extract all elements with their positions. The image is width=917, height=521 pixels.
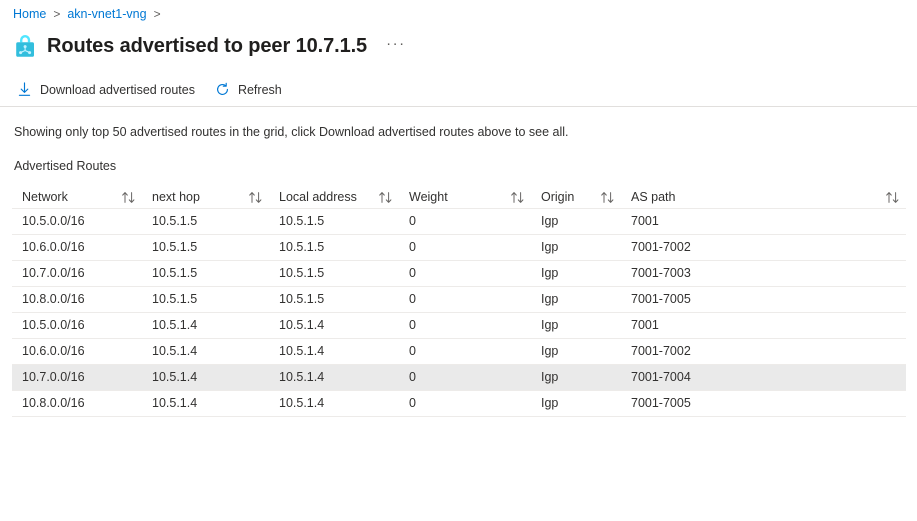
cell-network: 10.7.0.0/16	[12, 364, 142, 391]
cell-next_hop: 10.5.1.5	[142, 208, 269, 235]
column-header-label-next_hop: next hop	[152, 189, 200, 204]
cell-local_address: 10.5.1.4	[269, 364, 399, 391]
breadcrumb: Home > akn-vnet1-vng >	[0, 0, 917, 22]
cell-weight: 0	[399, 260, 531, 287]
breadcrumb-separator: >	[153, 7, 161, 21]
sort-updown-icon[interactable]	[121, 191, 136, 204]
table-row[interactable]: 10.7.0.0/16 10.5.1.4 10.5.1.4 0 Igp 7001-7004	[12, 364, 906, 391]
table-row[interactable]: 10.8.0.0/16 10.5.1.4 10.5.1.4 0 Igp 7001-7005	[12, 390, 906, 417]
cell-origin: Igp	[531, 364, 621, 391]
cell-as_path: 7001-7003	[621, 260, 906, 287]
vpn-gateway-lock-icon	[16, 34, 34, 57]
column-header-as_path[interactable]: AS path	[621, 181, 906, 209]
table-header-row: Network next hop Local address Weight Or…	[12, 181, 906, 209]
breadcrumb-separator: >	[53, 7, 61, 21]
advertised-routes-grid: Network next hop Local address Weight Or…	[0, 173, 917, 417]
cell-as_path: 7001	[621, 208, 906, 235]
column-header-network[interactable]: Network	[12, 181, 142, 209]
cell-network: 10.6.0.0/16	[12, 234, 142, 261]
cell-origin: Igp	[531, 312, 621, 339]
cell-local_address: 10.5.1.5	[269, 286, 399, 313]
table-row[interactable]: 10.5.0.0/16 10.5.1.5 10.5.1.5 0 Igp 7001	[12, 208, 906, 235]
column-header-weight[interactable]: Weight	[399, 181, 531, 209]
advertised-routes-table: Network next hop Local address Weight Or…	[12, 181, 906, 417]
cell-as_path: 7001-7002	[621, 234, 906, 261]
page-header: Routes advertised to peer 10.7.1.5 ···	[0, 22, 917, 62]
cell-next_hop: 10.5.1.4	[142, 364, 269, 391]
column-header-label-local_address: Local address	[279, 189, 357, 204]
cell-network: 10.5.0.0/16	[12, 312, 142, 339]
command-bar: Download advertised routes Refresh	[0, 73, 917, 107]
cell-network: 10.8.0.0/16	[12, 390, 142, 417]
cell-next_hop: 10.5.1.4	[142, 390, 269, 417]
cell-local_address: 10.5.1.4	[269, 390, 399, 417]
cell-weight: 0	[399, 338, 531, 365]
cell-weight: 0	[399, 286, 531, 313]
download-advertised-routes-button[interactable]: Download advertised routes	[12, 76, 204, 104]
sort-updown-icon[interactable]	[248, 191, 263, 204]
breadcrumb-item-resource[interactable]: akn-vnet1-vng	[67, 7, 146, 21]
cell-origin: Igp	[531, 286, 621, 313]
top-routes-notice: Showing only top 50 advertised routes in…	[14, 125, 569, 139]
sort-updown-icon[interactable]	[510, 191, 525, 204]
sort-updown-icon[interactable]	[600, 191, 615, 204]
cell-origin: Igp	[531, 338, 621, 365]
table-body: 10.5.0.0/16 10.5.1.5 10.5.1.5 0 Igp 7001 10.6.…	[12, 208, 906, 417]
cell-local_address: 10.5.1.5	[269, 260, 399, 287]
cell-next_hop: 10.5.1.5	[142, 286, 269, 313]
cell-weight: 0	[399, 312, 531, 339]
cell-network: 10.5.0.0/16	[12, 208, 142, 235]
cell-local_address: 10.5.1.5	[269, 208, 399, 235]
cell-weight: 0	[399, 390, 531, 417]
cell-origin: Igp	[531, 234, 621, 261]
cell-as_path: 7001	[621, 312, 906, 339]
cell-origin: Igp	[531, 390, 621, 417]
refresh-icon	[216, 82, 228, 95]
sort-updown-icon[interactable]	[378, 191, 393, 204]
column-header-origin[interactable]: Origin	[531, 181, 621, 209]
page-title: Routes advertised to peer 10.7.1.5	[47, 34, 368, 57]
cell-origin: Igp	[531, 260, 621, 287]
table-row[interactable]: 10.8.0.0/16 10.5.1.5 10.5.1.5 0 Igp 7001-7005	[12, 286, 906, 313]
column-header-next_hop[interactable]: next hop	[142, 181, 269, 209]
cell-origin: Igp	[531, 208, 621, 235]
cell-weight: 0	[399, 364, 531, 391]
table-row[interactable]: 10.6.0.0/16 10.5.1.5 10.5.1.5 0 Igp 7001-7002	[12, 234, 906, 261]
refresh-label: Refresh	[237, 82, 282, 97]
cell-weight: 0	[399, 208, 531, 235]
column-header-local_address[interactable]: Local address	[269, 181, 399, 209]
refresh-button[interactable]: Refresh	[210, 76, 291, 104]
cell-as_path: 7001-7004	[621, 364, 906, 391]
cell-network: 10.7.0.0/16	[12, 260, 142, 287]
download-icon	[18, 82, 31, 96]
cell-next_hop: 10.5.1.5	[142, 234, 269, 261]
more-options-button[interactable]: ···	[381, 34, 411, 58]
column-header-label-as_path: AS path	[631, 189, 676, 204]
download-advertised-routes-label: Download advertised routes	[40, 82, 195, 97]
cell-network: 10.8.0.0/16	[12, 286, 142, 313]
column-header-label-network: Network	[22, 189, 68, 204]
sort-updown-icon[interactable]	[885, 191, 900, 204]
cell-as_path: 7001-7005	[621, 390, 906, 417]
cell-next_hop: 10.5.1.5	[142, 260, 269, 287]
cell-as_path: 7001-7005	[621, 286, 906, 313]
table-row[interactable]: 10.7.0.0/16 10.5.1.5 10.5.1.5 0 Igp 7001-7003	[12, 260, 906, 287]
cell-next_hop: 10.5.1.4	[142, 338, 269, 365]
cell-local_address: 10.5.1.4	[269, 312, 399, 339]
cell-as_path: 7001-7002	[621, 338, 906, 365]
table-row[interactable]: 10.5.0.0/16 10.5.1.4 10.5.1.4 0 Igp 7001	[12, 312, 906, 339]
cell-local_address: 10.5.1.4	[269, 338, 399, 365]
table-header: Network next hop Local address Weight Or…	[12, 181, 906, 209]
grid-caption: Advertised Routes	[14, 159, 117, 173]
cell-local_address: 10.5.1.5	[269, 234, 399, 261]
cell-next_hop: 10.5.1.4	[142, 312, 269, 339]
cell-network: 10.6.0.0/16	[12, 338, 142, 365]
breadcrumb-item-home[interactable]: Home	[13, 7, 46, 21]
cell-weight: 0	[399, 234, 531, 261]
table-row[interactable]: 10.6.0.0/16 10.5.1.4 10.5.1.4 0 Igp 7001-7002	[12, 338, 906, 365]
column-header-label-weight: Weight	[409, 189, 448, 204]
column-header-label-origin: Origin	[541, 189, 575, 204]
